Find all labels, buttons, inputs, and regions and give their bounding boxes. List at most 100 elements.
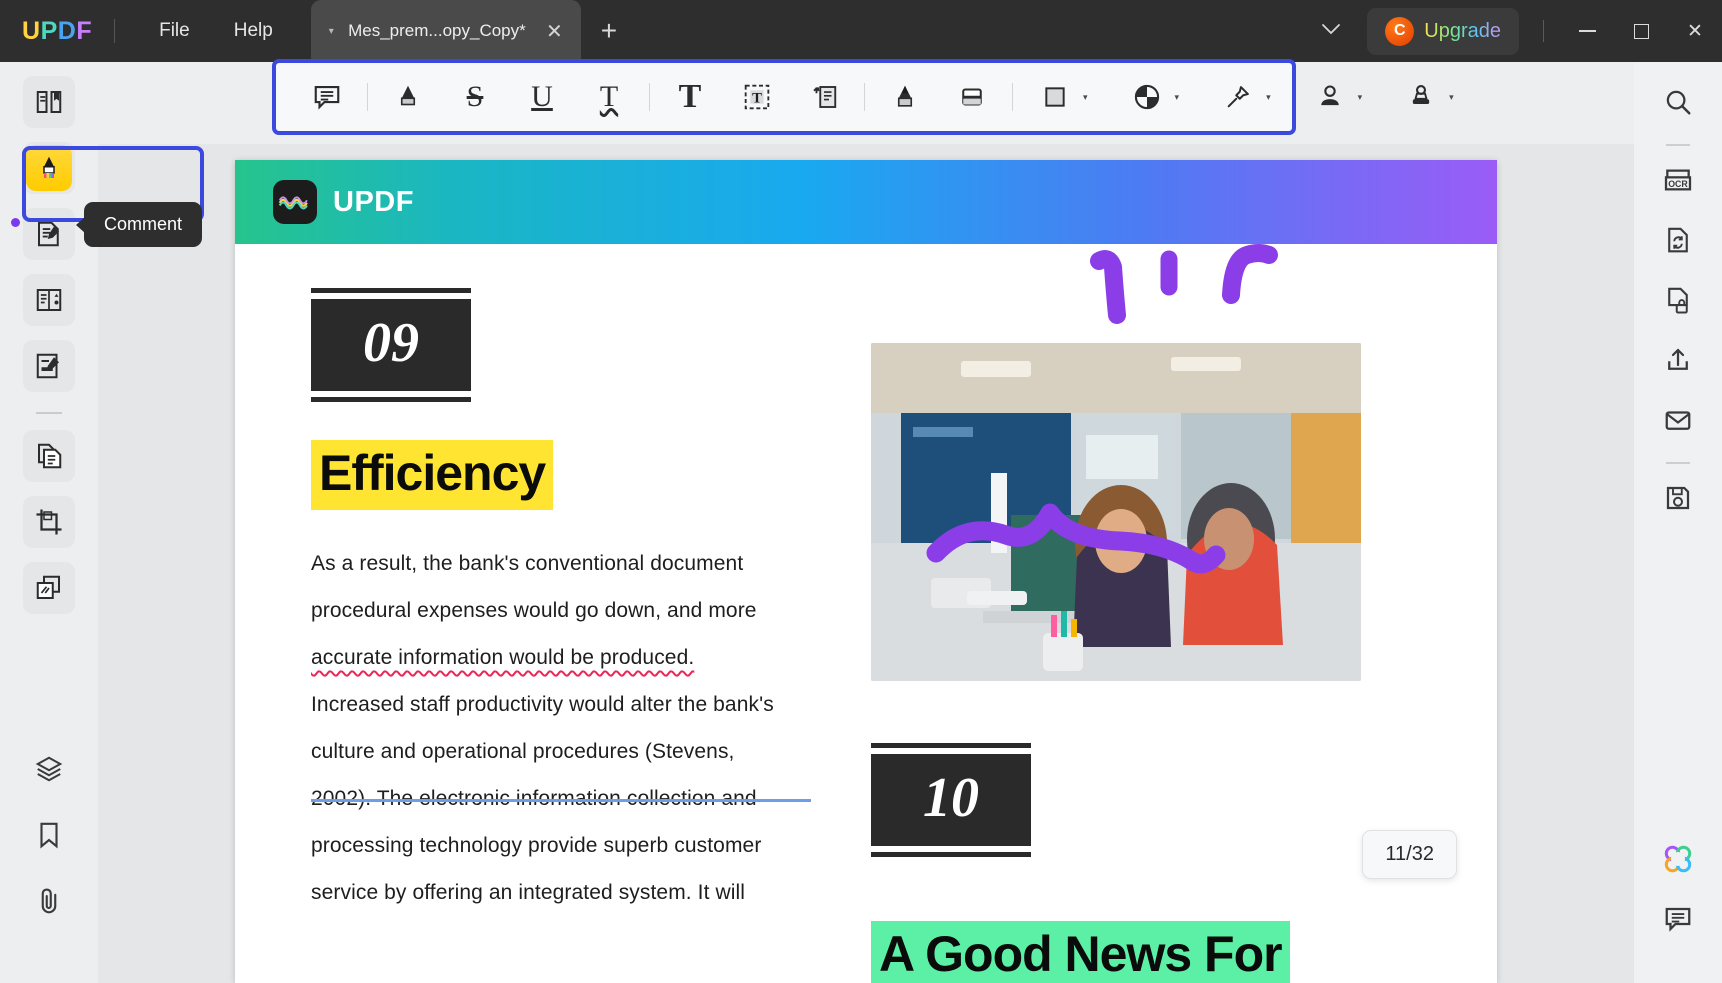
tool-sticker[interactable]: ▾ [1120, 72, 1182, 122]
layers-icon [35, 756, 63, 782]
tool-shapes[interactable]: ▾ [1028, 72, 1090, 122]
tool-pencil[interactable] [880, 72, 930, 122]
stamp-caret-icon[interactable]: ▾ [1449, 92, 1454, 103]
tool-text[interactable]: T [665, 72, 715, 122]
sidebar-item-reader[interactable] [23, 76, 75, 128]
tool-callout[interactable] [799, 72, 849, 122]
pin-caret-icon[interactable]: ▾ [1266, 92, 1271, 103]
tool-pin[interactable]: ▾ [1211, 72, 1273, 122]
ai-assistant-button[interactable] [1652, 833, 1704, 885]
share-button[interactable] [1652, 334, 1704, 386]
paragraph-line-3-squiggly-annotation[interactable]: accurate information would be produced. [311, 634, 811, 681]
paragraph-line-5: culture and operational procedures (Stev… [311, 740, 735, 763]
sidebar-item-comment[interactable] [23, 142, 75, 194]
maximize-button[interactable] [1614, 0, 1668, 62]
new-tab-button[interactable]: + [601, 15, 617, 47]
chevron-down-icon[interactable] [1295, 22, 1367, 40]
tool-strikethrough[interactable]: S [450, 72, 500, 122]
menu-help[interactable]: Help [212, 12, 295, 50]
section-number-09: 09 [311, 288, 471, 402]
convert-icon [1668, 227, 1688, 253]
upgrade-label: Upgrade [1424, 19, 1501, 42]
tool-eraser[interactable] [947, 72, 997, 122]
office-photo [871, 343, 1361, 681]
window-controls-divider [1543, 20, 1544, 42]
search-button[interactable] [1652, 76, 1704, 128]
sidebar-item-layers[interactable] [23, 743, 75, 795]
center-area: S U T T T ▾ ▾ ▾ ▾ ▾ UPDF 09 Efficiency A… [98, 59, 1634, 983]
annotation-toolbar-wrap: S U T T T ▾ ▾ ▾ ▾ ▾ [98, 59, 1634, 144]
ocr-icon: OCR [1664, 169, 1692, 191]
sticker-icon-wrap [1122, 72, 1172, 122]
save-button[interactable] [1652, 472, 1704, 524]
tool-signature[interactable]: ▾ [1303, 72, 1365, 122]
tool-textbox[interactable]: T [732, 72, 782, 122]
annotation-toolbar: S U T T T ▾ ▾ ▾ ▾ ▾ [272, 59, 1454, 135]
tool-stamp[interactable]: ▾ [1394, 72, 1456, 122]
sidebar-item-attachment[interactable] [23, 875, 75, 927]
close-window-button[interactable]: ✕ [1668, 0, 1722, 62]
lock-document-icon [1668, 287, 1688, 314]
email-button[interactable] [1652, 394, 1704, 446]
sidebar-item-form[interactable] [23, 340, 75, 392]
right-sidebar-divider-2 [1666, 462, 1690, 464]
ocr-button[interactable]: OCR [1652, 154, 1704, 206]
sidebar-item-batch[interactable] [23, 562, 75, 614]
title-bar-right: C Upgrade ✕ [1295, 0, 1722, 62]
page-indicator: 11/32 [1362, 830, 1457, 879]
minimize-button[interactable] [1560, 0, 1614, 62]
document-tab[interactable]: ▾ Mes_prem...opy_Copy* ✕ [310, 0, 581, 62]
document-viewport[interactable]: UPDF 09 Efficiency As a result, the bank… [98, 144, 1634, 983]
tool-note[interactable] [302, 72, 352, 122]
shapes-caret-icon[interactable]: ▾ [1083, 92, 1088, 103]
text-icon: T [678, 78, 702, 115]
sticker-caret-icon[interactable]: ▾ [1175, 92, 1180, 103]
pdf-page: UPDF 09 Efficiency As a result, the bank… [235, 160, 1497, 983]
sidebar-item-page-tools[interactable] [23, 274, 75, 326]
paragraph-line-1: As a result, the bank's conventional doc… [311, 552, 744, 575]
tool-underline[interactable]: U [517, 72, 567, 122]
paragraph-line-2: procedural expenses would go down, and m… [311, 599, 757, 622]
signature-icon-wrap [1305, 72, 1355, 122]
menu-file[interactable]: File [137, 12, 212, 50]
logo-letter-d: D [57, 16, 77, 45]
crown-badge-icon: C [1385, 16, 1415, 46]
sidebar-item-bookmark[interactable] [23, 809, 75, 861]
comment-list-button[interactable] [1652, 893, 1704, 945]
pin-icon [1227, 86, 1249, 108]
right-sidebar: OCR [1634, 62, 1722, 983]
ink-drawing-above-photo[interactable] [1081, 243, 1341, 353]
paragraph-line-6-strikethrough-annotation[interactable]: 2002). The electronic information collec… [311, 775, 811, 822]
share-upload-icon [1668, 348, 1688, 370]
sidebar-item-convert[interactable] [23, 430, 75, 482]
upgrade-button[interactable]: C Upgrade [1367, 7, 1519, 55]
page-banner: UPDF [235, 160, 1497, 244]
form-icon [36, 353, 59, 379]
sidebar-item-crop[interactable] [23, 496, 75, 548]
comment-bubble-icon [1665, 907, 1691, 932]
comment-tooltip: Comment [75, 202, 203, 247]
page-left-column: 09 Efficiency As a result, the bank's co… [311, 288, 811, 983]
section-number-10: 10 [871, 743, 1031, 857]
photo-content [871, 343, 1361, 681]
reader-icon [36, 91, 62, 113]
convert-button[interactable] [1652, 214, 1704, 266]
right-sidebar-divider-1 [1666, 144, 1690, 146]
protect-button[interactable] [1652, 274, 1704, 326]
signature-person-icon [1320, 85, 1339, 106]
highlighter-icon [400, 85, 416, 106]
tool-highlight[interactable] [383, 72, 433, 122]
signature-caret-icon[interactable]: ▾ [1358, 92, 1363, 103]
shape-square-icon-wrap [1030, 72, 1080, 122]
toolbar-divider-3 [864, 83, 865, 111]
edit-document-icon [38, 221, 59, 247]
svg-text:OCR: OCR [1668, 179, 1688, 189]
paragraph-line-4: Increased staff productivity would alter… [311, 693, 774, 716]
paperclip-icon [41, 888, 57, 914]
maximize-icon [1633, 23, 1649, 39]
tool-squiggly[interactable]: T [584, 72, 634, 122]
tab-close-icon[interactable]: ✕ [546, 19, 563, 44]
sidebar-item-edit-pdf[interactable] [23, 208, 75, 260]
crop-icon [36, 509, 62, 535]
convert-file-icon [38, 443, 62, 469]
